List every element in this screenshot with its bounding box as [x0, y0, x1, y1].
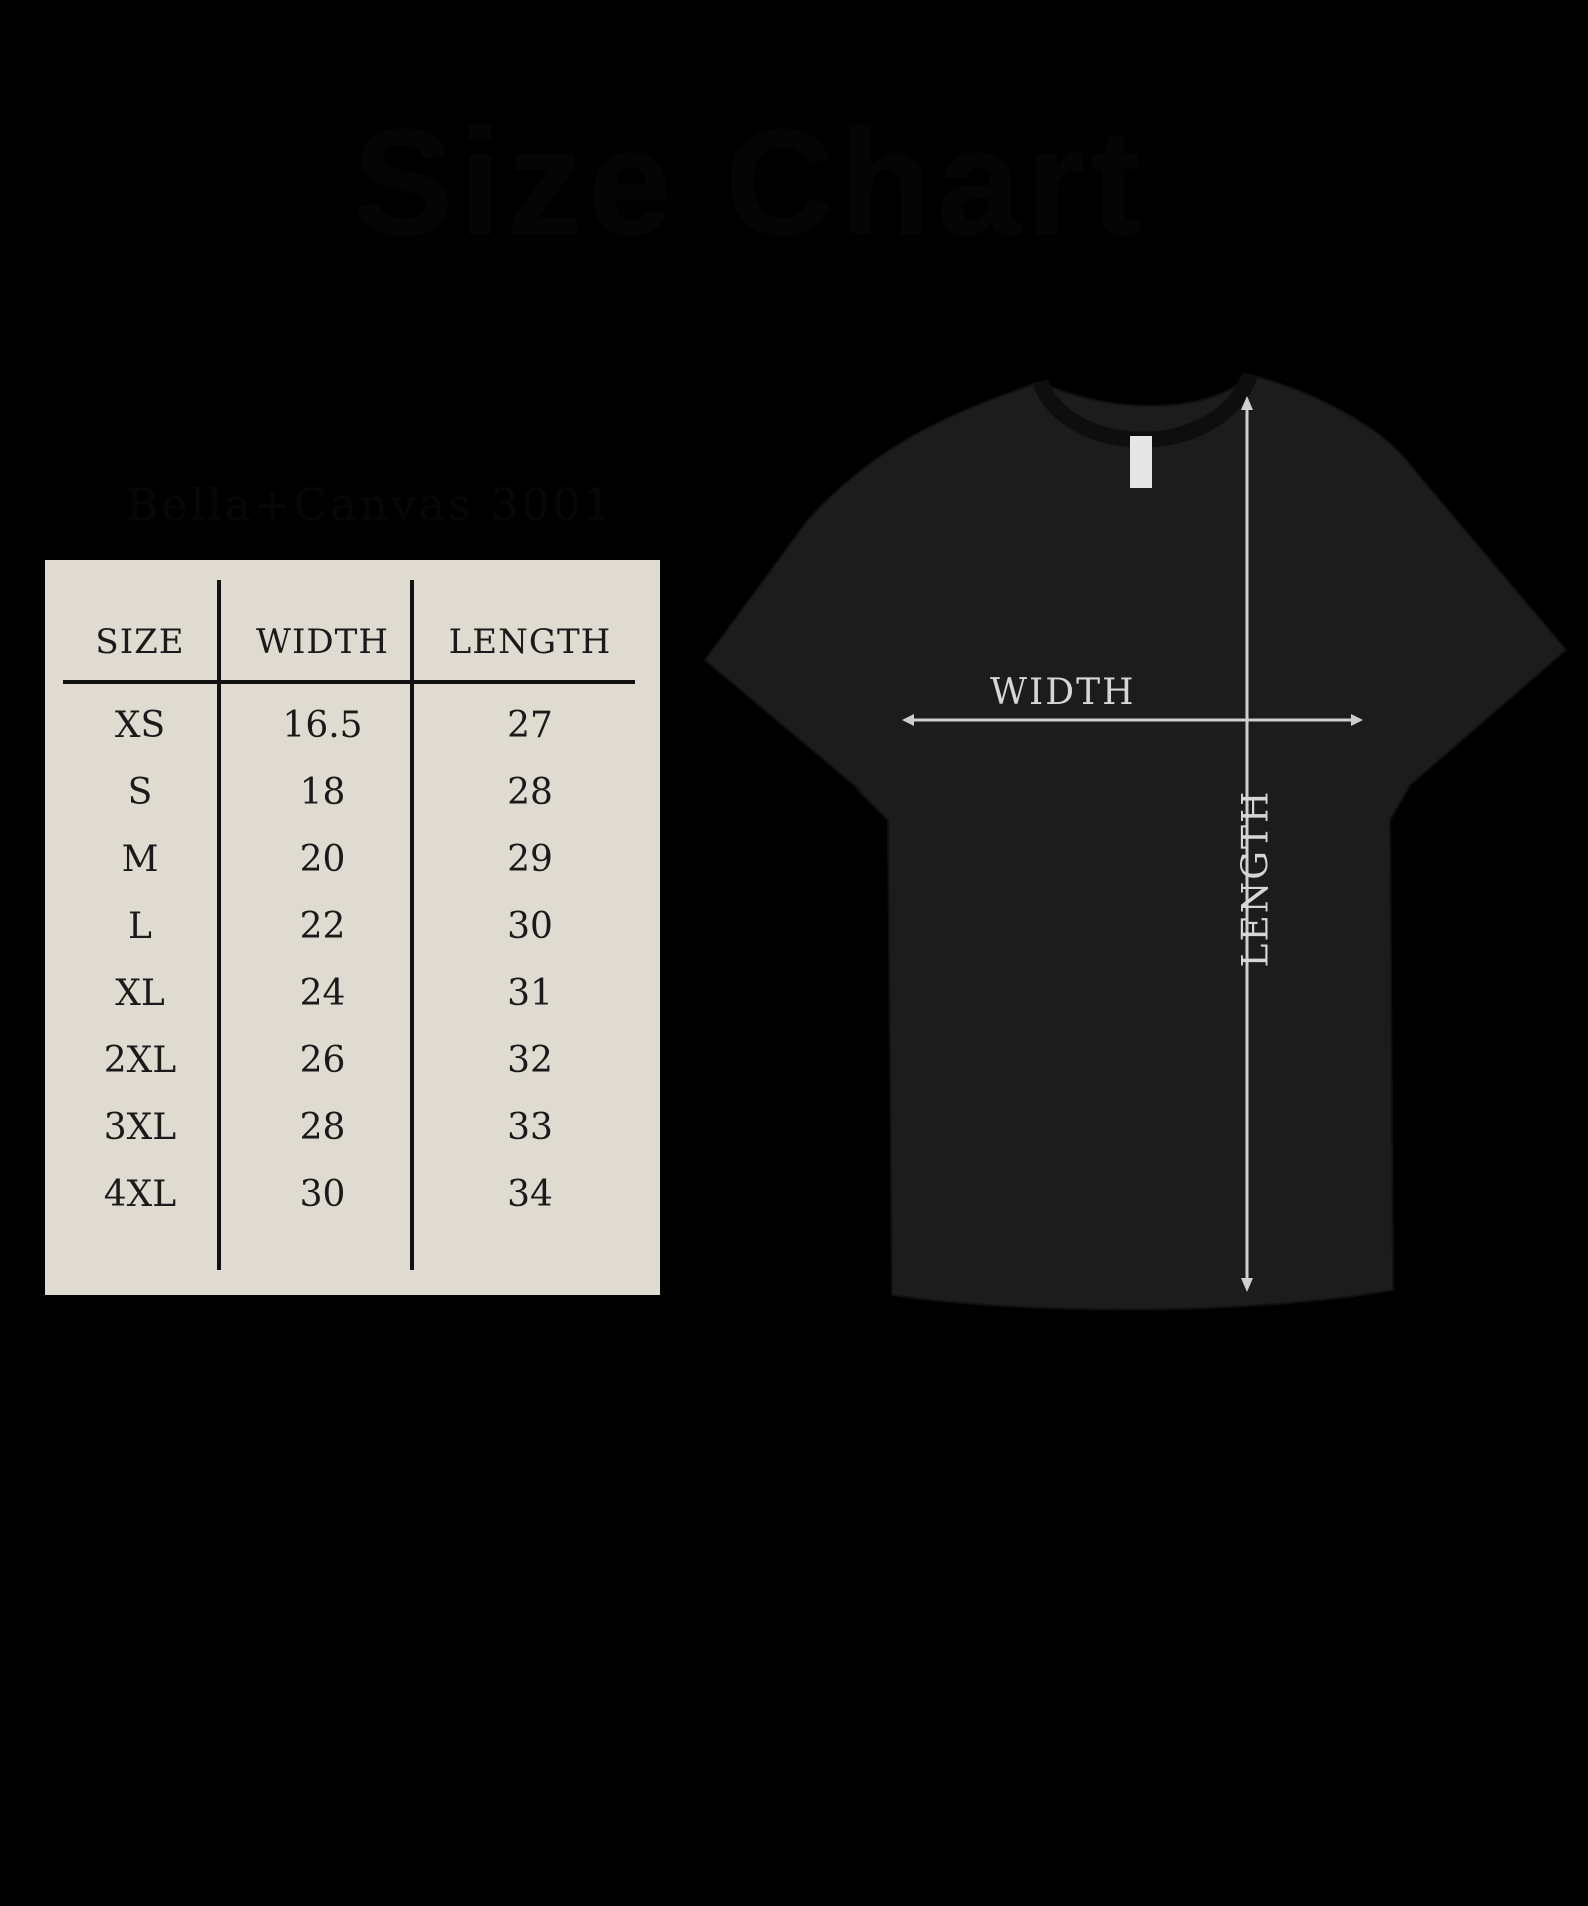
cell-length: 32 [507, 1040, 553, 1081]
cell-width: 24 [299, 973, 346, 1014]
size-table: SIZE WIDTH LENGTH XS 16.5 27 S 18 28 M 2… [45, 560, 660, 1295]
tshirt-shape [703, 373, 1568, 1311]
cell-width: 16.5 [282, 705, 363, 746]
cell-length: 34 [507, 1174, 553, 1215]
cell-length: 27 [507, 705, 553, 746]
cell-width: 22 [299, 906, 346, 947]
product-subtitle: Bella+Canvas 3001 [126, 480, 615, 531]
cell-length: 33 [507, 1107, 553, 1148]
cell-width: 18 [299, 772, 346, 813]
cell-size: XL [115, 973, 165, 1014]
header-width: WIDTH [256, 622, 389, 662]
width-label: WIDTH [990, 672, 1136, 713]
cell-length: 28 [507, 772, 553, 813]
cell-size: M [121, 839, 159, 880]
page-title: Size Chart [353, 98, 1147, 266]
cell-length: 29 [507, 839, 553, 880]
cell-size: L [128, 906, 152, 947]
cell-size: 2XL [103, 1040, 177, 1081]
tshirt-diagram: WIDTH LENGTH [690, 370, 1580, 1320]
cell-size: 4XL [103, 1174, 177, 1215]
cell-size: S [127, 772, 153, 813]
cell-length: 31 [507, 973, 553, 1014]
cell-width: 20 [299, 839, 346, 880]
cell-size: XS [114, 705, 166, 746]
cell-length: 30 [507, 906, 553, 947]
cell-width: 30 [299, 1174, 346, 1215]
cell-width: 26 [299, 1040, 346, 1081]
header-divider [63, 680, 635, 684]
neck-tag [1130, 436, 1152, 488]
header-length: LENGTH [448, 622, 612, 662]
length-label: LENGTH [1235, 789, 1277, 968]
cell-width: 28 [299, 1107, 346, 1148]
tshirt-illustration [703, 371, 1568, 1311]
cell-size: 3XL [103, 1107, 177, 1148]
header-size: SIZE [95, 622, 185, 662]
